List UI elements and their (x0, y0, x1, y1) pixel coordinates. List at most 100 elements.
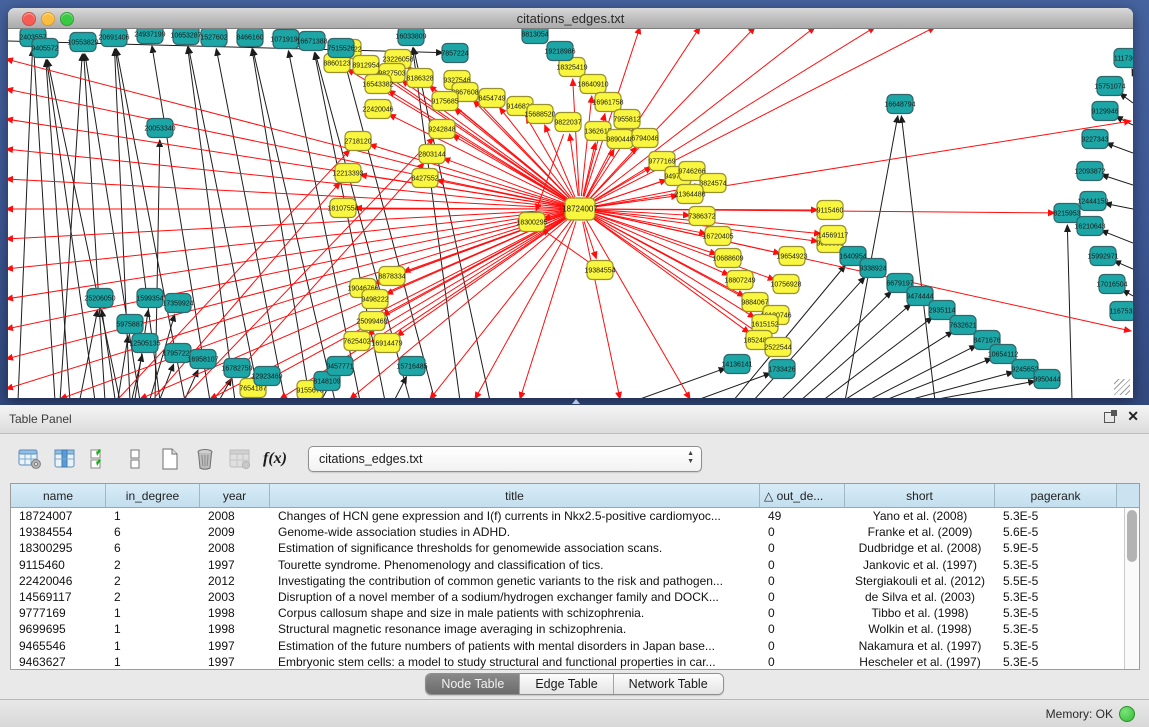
graph-node[interactable]: 5975887 (116, 315, 143, 334)
graph-node[interactable]: 2718120 (344, 132, 371, 151)
graph-node[interactable]: 1527602 (200, 29, 227, 47)
graph-node[interactable]: 8912954 (352, 56, 379, 75)
column-header-in_degree[interactable]: in_degree (106, 484, 200, 507)
graph-node[interactable]: 10688609 (712, 249, 743, 268)
table-settings-button[interactable] (14, 443, 46, 475)
new-table-button[interactable] (154, 443, 186, 475)
table-select-dropdown[interactable]: citations_edges.txt ▲▼ (308, 446, 702, 472)
column-header-short[interactable]: short (845, 484, 995, 507)
tab-node-table[interactable]: Node Table (426, 674, 520, 694)
function-builder-button[interactable]: f(x) (259, 443, 291, 475)
graph-node[interactable]: 22420046 (362, 100, 393, 119)
graph-node[interactable]: 16210643 (1074, 217, 1105, 236)
graph-node[interactable]: 16782759 (221, 359, 252, 378)
row-height-button[interactable] (119, 443, 151, 475)
graph-node[interactable]: 9950444 (1033, 370, 1060, 389)
select-rows-button[interactable] (84, 443, 116, 475)
graph-node[interactable]: 14569117 (818, 226, 849, 245)
graph-node[interactable]: 15716485 (396, 357, 427, 376)
graph-node[interactable]: 19384554 (584, 261, 615, 280)
graph-node[interactable]: 16671388 (296, 32, 327, 51)
graph-node[interactable]: 12213393 (332, 164, 363, 183)
graph-node[interactable]: 10653287 (170, 29, 201, 45)
graph-node[interactable]: 9498222 (361, 290, 388, 309)
table-row[interactable]: 1456911722003Disruption of a novel membe… (11, 589, 1124, 605)
table-row[interactable]: 911546021997Tourette syndrome. Phenomeno… (11, 557, 1124, 573)
table-row[interactable]: 977716911998Corpus callosum shape and si… (11, 605, 1124, 621)
delete-table-button[interactable] (189, 443, 221, 475)
vertical-scrollbar[interactable] (1124, 508, 1139, 669)
graph-node[interactable]: 18807249 (724, 271, 755, 290)
graph-node[interactable]: 9457771 (326, 357, 353, 376)
graph-node[interactable]: 8466160 (236, 29, 263, 47)
graph-node[interactable]: 16961758 (592, 93, 623, 112)
table-row[interactable]: 946554611997Estimation of the future num… (11, 638, 1124, 654)
graph-node[interactable]: 1117304 (1114, 49, 1133, 68)
graph-node[interactable]: 10756928 (770, 275, 801, 294)
graph-node[interactable]: 12444159 (1077, 192, 1108, 211)
network-canvas[interactable]: 1872400779638228860123891295423226058982… (8, 29, 1133, 398)
graph-node[interactable]: 20691406 (98, 29, 129, 47)
graph-node[interactable]: 15992971 (1087, 247, 1118, 266)
graph-node[interactable]: 19218986 (544, 42, 575, 61)
graph-node[interactable]: 12923469 (251, 367, 282, 386)
graph-node[interactable]: 17359924 (162, 294, 193, 313)
graph-node[interactable]: 8215953 (1053, 204, 1080, 223)
graph-node[interactable]: 16648794 (884, 95, 915, 114)
column-header-pagerank[interactable]: pagerank (995, 484, 1117, 507)
table-row[interactable]: 969969511998Structural magnetic resonanc… (11, 621, 1124, 637)
window-titlebar[interactable]: citations_edges.txt (8, 8, 1133, 29)
graph-node[interactable]: 17016504 (1096, 275, 1127, 294)
table-row[interactable]: 2242004622012Investigating the contribut… (11, 573, 1124, 589)
graph-node[interactable]: 18300295 (516, 213, 547, 232)
graph-node[interactable]: 16543382 (362, 75, 393, 94)
graph-node[interactable]: 20053340 (144, 119, 175, 138)
column-header-title[interactable]: title (270, 484, 760, 507)
graph-node[interactable]: 25099469 (356, 312, 387, 331)
column-header-year[interactable]: year (200, 484, 270, 507)
graph-node[interactable]: 8186328 (406, 69, 433, 88)
graph-node[interactable]: 7386372 (688, 207, 715, 226)
graph-node[interactable]: 9227343 (1081, 130, 1108, 149)
split-pane-divider[interactable] (568, 398, 582, 405)
graph-node[interactable]: 25206050 (84, 289, 115, 308)
import-table-button[interactable] (224, 443, 256, 475)
graph-node[interactable]: 9405572 (31, 39, 58, 58)
graph-node[interactable]: 8878334 (378, 267, 405, 286)
graph-node[interactable]: 18724007 (562, 198, 598, 220)
graph-node[interactable]: 2522544 (764, 338, 791, 357)
tab-edge-table[interactable]: Edge Table (520, 674, 613, 694)
graph-node[interactable]: 7955812 (613, 110, 640, 129)
graph-node[interactable]: 9890448 (606, 130, 633, 149)
graph-node[interactable]: 15688520 (524, 105, 555, 124)
scrollbar-thumb[interactable] (1127, 510, 1137, 562)
table-row[interactable]: 946362711997Embryonic stem cells: a mode… (11, 654, 1124, 669)
graph-node[interactable]: 1599354 (136, 289, 163, 308)
graph-node[interactable]: 6794046 (631, 129, 658, 148)
graph-node[interactable]: 8813054 (521, 29, 548, 44)
column-header-out_de[interactable]: △ out_de... (760, 484, 845, 507)
column-header-name[interactable]: name (11, 484, 106, 507)
tab-network-table[interactable]: Network Table (614, 674, 723, 694)
graph-node[interactable]: 7857224 (441, 44, 468, 63)
graph-node[interactable]: 9129946 (1091, 102, 1118, 121)
graph-node[interactable]: 2803144 (418, 145, 445, 164)
graph-node[interactable]: 18107554 (327, 199, 358, 218)
graph-node[interactable]: 10553829 (67, 33, 98, 52)
graph-node[interactable]: 8454749 (478, 89, 505, 108)
graph-node[interactable]: 9822037 (554, 113, 581, 132)
graph-node[interactable]: 15751074 (1094, 77, 1125, 96)
graph-node[interactable]: 9115460 (817, 201, 844, 220)
show-column-button[interactable] (49, 443, 81, 475)
close-panel-icon[interactable]: ✕ (1127, 410, 1139, 423)
graph-node[interactable]: 7625402 (343, 332, 370, 351)
graph-node[interactable]: 16958107 (187, 350, 218, 369)
graph-node[interactable]: 9338924 (859, 259, 886, 278)
graph-node[interactable]: 1167533 (1110, 302, 1133, 321)
graph-node[interactable]: 16033809 (395, 29, 426, 46)
graph-node[interactable]: 19654923 (776, 247, 807, 266)
graph-node[interactable]: 9242848 (428, 120, 455, 139)
table-row[interactable]: 1830029562008Estimation of significance … (11, 540, 1124, 556)
graph-node[interactable]: 12505135 (129, 334, 160, 353)
graph-node[interactable]: 8427552 (411, 169, 438, 188)
